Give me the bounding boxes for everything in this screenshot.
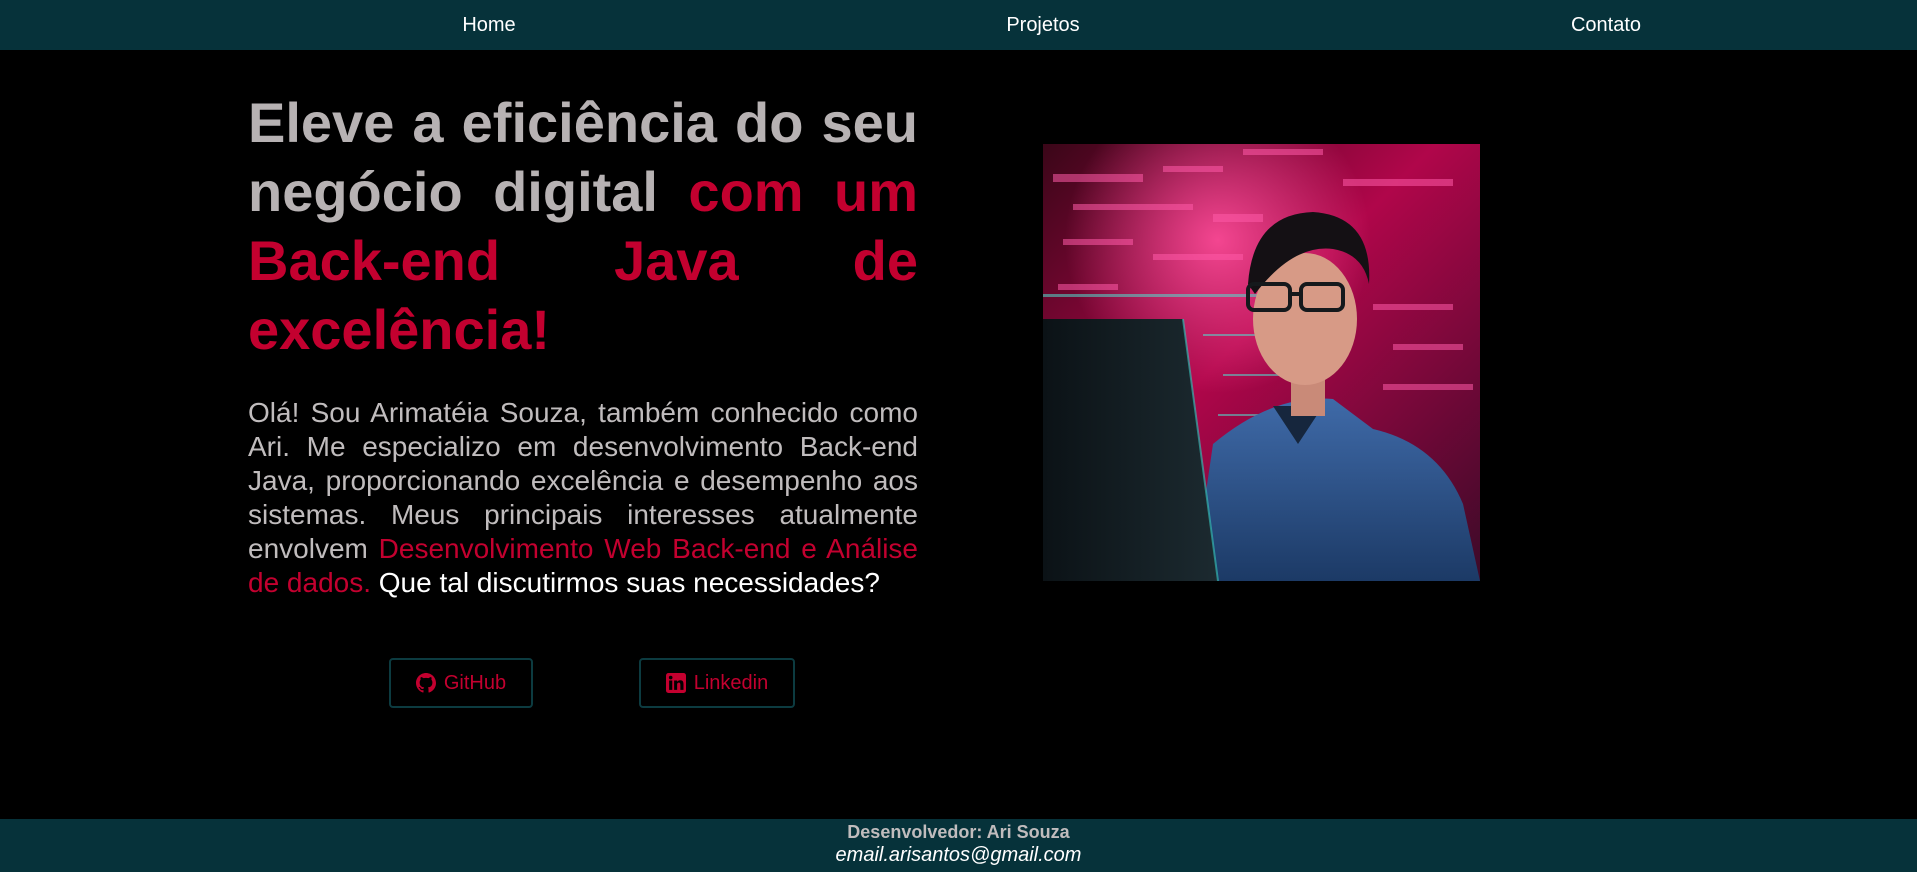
linkedin-button[interactable]: Linkedin xyxy=(639,658,795,708)
github-icon xyxy=(415,673,436,693)
github-button-label: GitHub xyxy=(443,671,507,694)
nav-home-link[interactable]: Home xyxy=(462,0,515,50)
top-nav: Home Projetos Contato xyxy=(0,0,1917,50)
footer-email[interactable]: email.arisantos@gmail.com xyxy=(0,843,1917,867)
profile-photo-illustration xyxy=(1043,144,1480,581)
footer: Desenvolvedor: Ari Souza email.arisantos… xyxy=(0,819,1917,872)
footer-developer: Desenvolvedor: Ari Souza xyxy=(847,822,1070,842)
github-button[interactable]: GitHub xyxy=(389,658,533,708)
hero-intro: Olá! Sou Arimatéia Souza, também conheci… xyxy=(248,396,918,600)
hero-text: Eleve a eficiência do seu negócio digita… xyxy=(248,88,918,600)
linkedin-icon xyxy=(665,673,686,693)
nav-contact-link[interactable]: Contato xyxy=(1571,0,1641,50)
intro-text-end: Que tal discutirmos suas necessidades? xyxy=(371,567,880,598)
profile-photo xyxy=(1043,144,1480,581)
hero-headline: Eleve a eficiência do seu negócio digita… xyxy=(248,88,918,364)
linkedin-button-label: Linkedin xyxy=(693,671,769,694)
nav-projects-link[interactable]: Projetos xyxy=(1006,0,1079,50)
